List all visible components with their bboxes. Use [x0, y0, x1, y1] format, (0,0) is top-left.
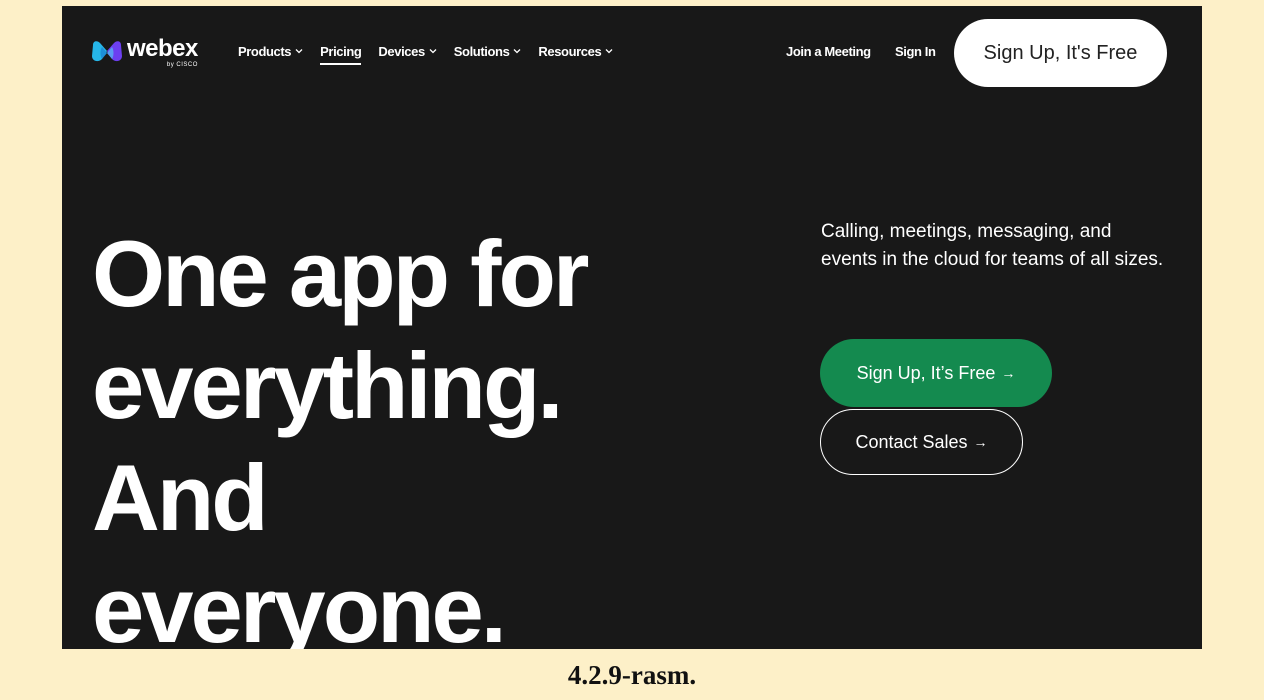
join-meeting-link[interactable]: Join a Meeting [786, 42, 871, 60]
signup-free-button[interactable]: Sign Up, It’s Free → [820, 339, 1052, 407]
brand-name: webex [127, 35, 198, 62]
contact-sales-label: Contact Sales [855, 431, 968, 452]
hero-tagline: Calling, meetings, messaging, and events… [821, 221, 1164, 270]
brand-sub: by CISCO [166, 62, 198, 68]
nav-item-label: Resources [538, 43, 602, 59]
webex-homepage-screenshot: webex by CISCO Products Pricing Devices … [62, 6, 1202, 649]
nav-item-label: Pricing [320, 43, 362, 59]
nav-item-solutions[interactable]: Solutions [454, 42, 522, 60]
signup-free-label: Sign Up, It’s Free [856, 362, 996, 383]
figure-caption: 4.2.9-rasm. [567, 660, 697, 690]
hero-line: And [92, 445, 269, 550]
signup-header-button[interactable]: Sign Up, It's Free [954, 19, 1167, 87]
nav-item-devices[interactable]: Devices [378, 42, 437, 60]
nav-item-label: Devices [378, 43, 425, 59]
sign-in-wrap: Sign In [895, 42, 936, 60]
nav-item-pricing[interactable]: Pricing [320, 42, 362, 65]
chevron-down-icon [605, 49, 613, 54]
hero-line: One app for [92, 221, 589, 326]
webex-logo-icon [92, 41, 122, 62]
chevron-down-icon [513, 49, 521, 54]
hero-headline: One app for everything. And everyone. [92, 218, 589, 649]
hero-line: everything. [92, 333, 564, 438]
contact-sales-button[interactable]: Contact Sales → [820, 409, 1023, 475]
chevron-down-icon [429, 49, 437, 54]
webex-logo[interactable]: webex by CISCO [90, 36, 198, 69]
nav-item-products[interactable]: Products [238, 42, 303, 60]
nav-item-label: Products [238, 43, 292, 59]
hero-line: everyone. [92, 557, 507, 649]
sign-in-link[interactable]: Sign In [895, 42, 936, 60]
nav-item-label: Solutions [453, 43, 510, 59]
nav-item-resources[interactable]: Resources [538, 42, 613, 60]
arrow-right-icon: → [973, 434, 988, 450]
join-meeting-wrap: Join a Meeting [786, 42, 871, 60]
chevron-down-icon [295, 49, 303, 54]
arrow-right-icon: → [1001, 365, 1016, 381]
nav-links: Products Pricing Devices Solutions Resou… [238, 42, 630, 65]
top-navigation: webex by CISCO Products Pricing Devices … [62, 6, 1202, 98]
